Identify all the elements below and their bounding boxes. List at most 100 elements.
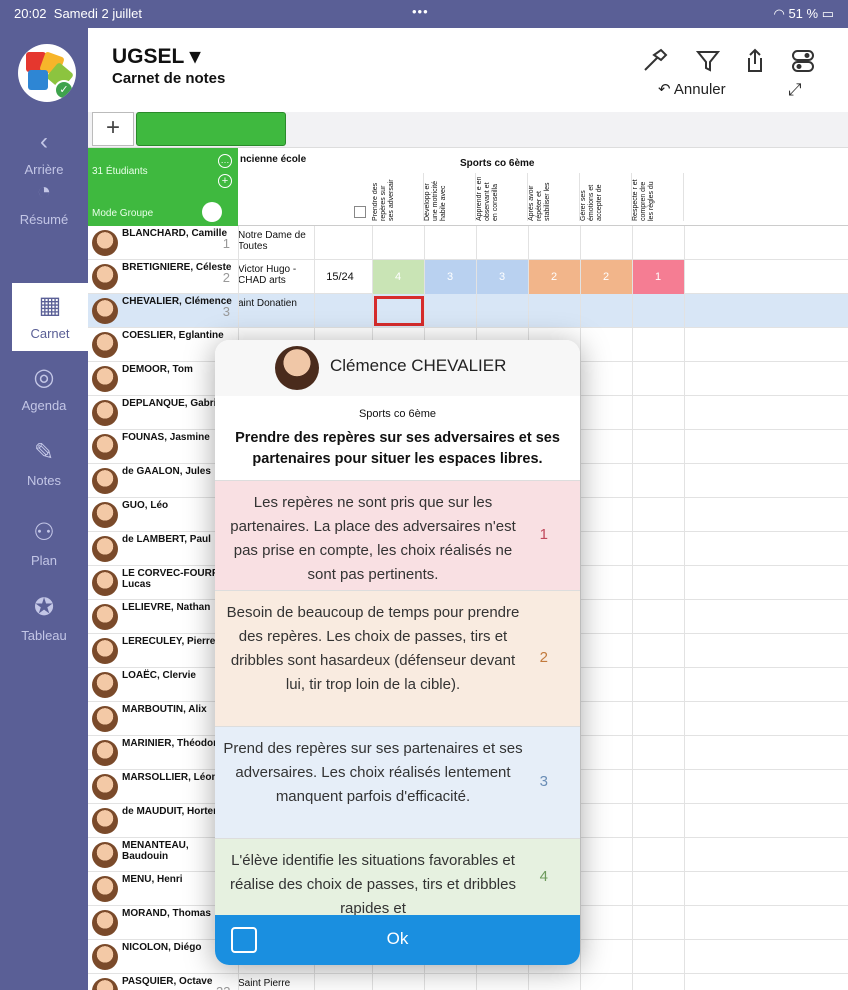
school-cell: Saint Pierre (238, 978, 291, 989)
level-description: Prend des repères sur ses partenaires et… (223, 740, 523, 805)
popover-header: Clémence CHEVALIER (215, 340, 580, 396)
group-button[interactable] (136, 112, 286, 146)
avatar (92, 502, 118, 528)
status-bar: 20:02 Samedi 2 juillet ••• ◠ 51 % ▭ (0, 0, 848, 28)
level-number: 3 (539, 773, 548, 790)
sidebar-item-2[interactable]: ▦ Carnet (12, 283, 88, 351)
level-option[interactable]: Besoin de beaucoup de temps pour prendre… (215, 590, 580, 726)
avatar (92, 298, 118, 324)
chat-icon: ◎ (33, 364, 55, 391)
status-time: 20:02 Samedi 2 juillet (14, 6, 142, 21)
filter-icon[interactable] (693, 46, 723, 76)
sidebar-item-1[interactable]: ◔ Résumé (0, 178, 88, 227)
grid-line (684, 226, 685, 990)
avatar (92, 842, 118, 868)
students-count: 31 Étudiants (92, 166, 148, 177)
school-cell: aint Donatien (238, 298, 297, 309)
sidebar-item-4[interactable]: ✎ Notes (0, 438, 88, 488)
sidebar-item-5[interactable]: ⚇ Plan (0, 518, 88, 568)
pencil-icon: ✎ (33, 439, 55, 466)
toggles-icon[interactable] (788, 46, 818, 76)
student-photo (275, 346, 319, 390)
level-cell[interactable]: 3 (476, 260, 528, 294)
grid-line (632, 226, 633, 990)
level-option[interactable]: Prend des repères sur ses partenaires et… (215, 726, 580, 838)
grade-popover: Clémence CHEVALIER Sports co 6ème Prendr… (215, 340, 580, 965)
level-cell[interactable]: 4 (372, 260, 424, 294)
multitask-dots[interactable]: ••• (412, 4, 429, 19)
sidebar-item-label: Tableau (21, 628, 67, 643)
avatar (92, 400, 118, 426)
criterion-header[interactable]: Apprendr e en observant et en conseilla (476, 173, 528, 221)
col-school: ncienne école (240, 154, 307, 165)
level-cell[interactable]: 1 (632, 260, 684, 294)
avatar (92, 672, 118, 698)
undo-button[interactable]: ↶ Annuler (658, 80, 726, 98)
course-title: Sports co 6ème (358, 408, 437, 420)
add-button[interactable]: + (92, 112, 134, 146)
selected-cell[interactable] (374, 296, 424, 326)
level-cell[interactable]: 2 (528, 260, 580, 294)
sidebar-item-6[interactable]: ✪ Tableau (0, 593, 88, 643)
table-row[interactable]: BRETIGNIERE, Céleste 2 Victor Hugo - CHAD … (88, 260, 848, 294)
add-student-icon[interactable]: + (218, 174, 232, 188)
level-cell[interactable]: 3 (424, 260, 476, 294)
avatar (92, 264, 118, 290)
avatar (92, 910, 118, 936)
criterion-header[interactable]: Après avoir répéter et stabiliser les (528, 173, 580, 221)
level-description: Besoin de beaucoup de temps pour prendre… (226, 604, 520, 693)
app-logo[interactable]: ✓ (18, 44, 76, 102)
col-group: Sports co 6ème (460, 158, 535, 169)
level-option[interactable]: Les repères ne sont pris que sur les par… (215, 480, 580, 590)
table-icon[interactable] (354, 206, 366, 218)
level-description: L'élève identifie les situations favorab… (230, 852, 516, 917)
score-cell[interactable]: 15/24 (314, 260, 366, 294)
criterion-header[interactable]: Prendre des repères sur ses adversair (372, 173, 424, 221)
battery-indicator: ◠ 51 % ▭ (773, 6, 834, 21)
avatar (92, 570, 118, 596)
grid-header: 31 Étudiants … + Mode Groupe ncienne éco… (88, 148, 848, 226)
header: UGSEL ▾ Carnet de notes ↶ Annuler ⤢ (88, 28, 848, 112)
sidebar-item-3[interactable]: ◎ Agenda (0, 363, 88, 413)
pin-icon: ✪ (33, 594, 55, 621)
avatar (92, 434, 118, 460)
sidebar-item-0[interactable]: ‹ Arrière (0, 128, 88, 177)
ok-button[interactable]: Ok (215, 929, 580, 949)
sidebar-item-label: Arrière (24, 162, 64, 177)
grid-line (580, 226, 581, 990)
students-header: 31 Étudiants … + Mode Groupe (88, 148, 238, 226)
toolbar: + (88, 112, 848, 148)
checkmark-icon: ✓ (54, 80, 74, 100)
criterion-header[interactable]: Développ er une motricité habile avec (424, 173, 476, 221)
pie-chart-icon: ◔ (36, 178, 52, 205)
chevron-left-icon: ‹ (40, 128, 48, 155)
criterion-header[interactable]: Gérer ses émotions et accepter de (580, 173, 632, 221)
level-option[interactable]: L'élève identifie les situations favorab… (215, 838, 580, 917)
hammer-icon[interactable] (640, 46, 670, 76)
grid-icon: ▦ (38, 292, 62, 319)
avatar (92, 706, 118, 732)
ok-bar: Ok (215, 915, 580, 965)
avatar (92, 774, 118, 800)
table-row[interactable]: PASQUIER, Octave23Saint Pierre (88, 974, 848, 990)
more-icon[interactable]: … (218, 154, 232, 168)
criterion-header[interactable]: Respecte r et compren dre les règles du (632, 173, 684, 221)
sidebar-item-label: Plan (30, 553, 58, 568)
share-icon[interactable] (740, 46, 770, 76)
student-number: 23 (216, 984, 230, 990)
avatar (92, 468, 118, 494)
page-title: Carnet de notes (112, 70, 226, 87)
sidebar-item-label: Carnet (30, 326, 70, 341)
wifi-icon: ◠ (773, 6, 789, 21)
table-row[interactable]: CHEVALIER, Clémence 3 aint Donatien (88, 294, 848, 328)
level-cell[interactable]: 2 (580, 260, 632, 294)
mode-toggle[interactable] (202, 202, 222, 222)
sidebar-item-label: Résumé (19, 212, 69, 227)
table-row[interactable]: BLANCHARD, Camille 1 Notre Dame de Toutes (88, 226, 848, 260)
avatar (92, 808, 118, 834)
sidebar-item-label: Agenda (21, 398, 67, 413)
expand-icon[interactable]: ⤢ (788, 80, 802, 100)
class-selector[interactable]: UGSEL ▾ (112, 44, 200, 69)
sidebar: ✓ ‹ Arrière ◔ Résumé ▦ Carnet ◎ Agenda ✎ Notes ⚇ Pl… (0, 28, 88, 990)
avatar (92, 740, 118, 766)
